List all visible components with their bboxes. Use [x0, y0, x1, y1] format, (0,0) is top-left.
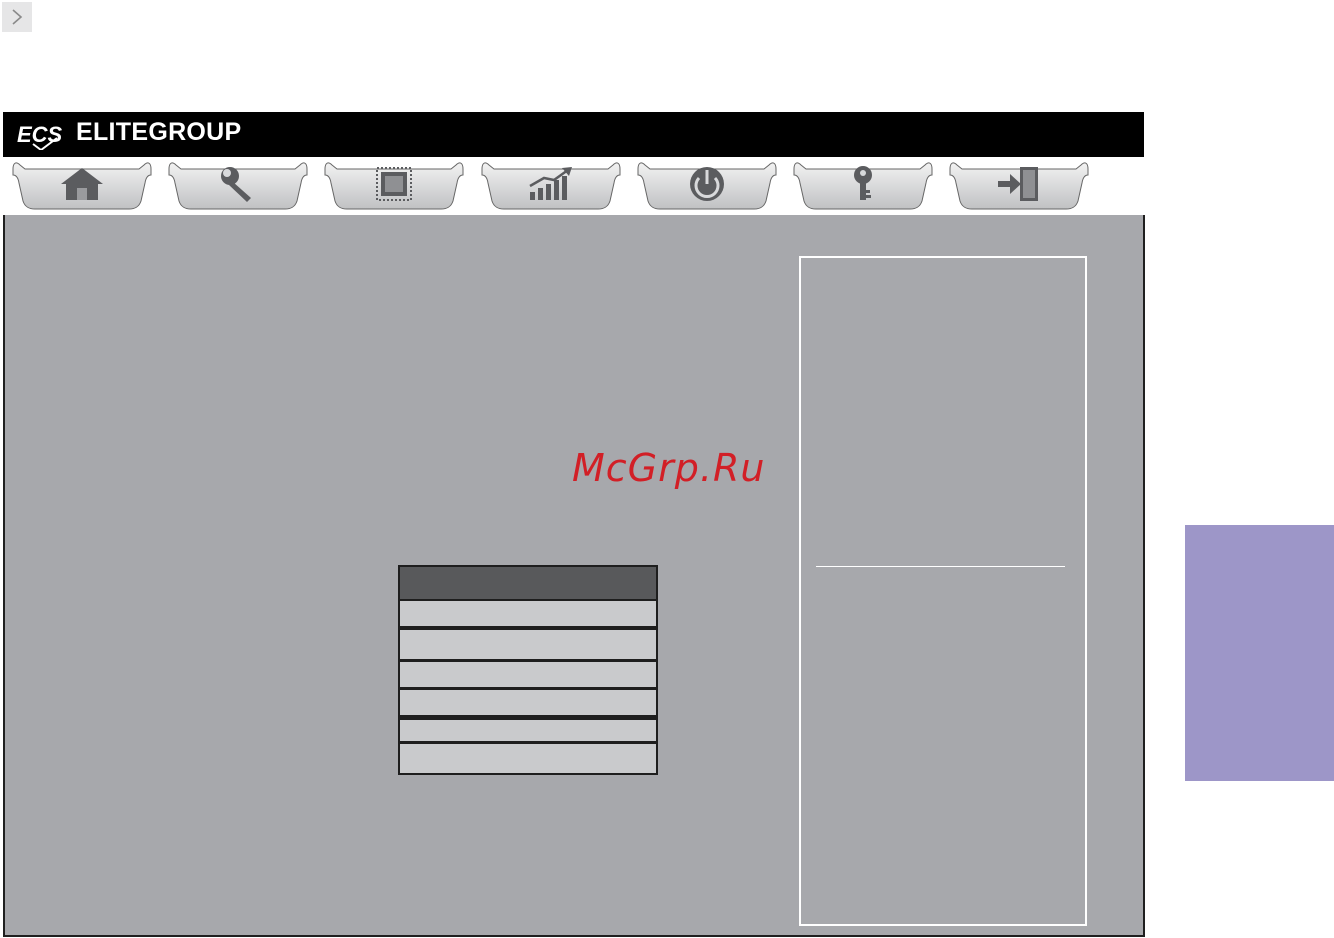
chevron-right-icon — [12, 9, 23, 25]
page-forward-arrow[interactable] — [2, 2, 32, 32]
popup-option-row[interactable] — [400, 601, 656, 626]
popup-option-row[interactable] — [400, 744, 656, 773]
brand-header: ECS ELITEGROUP — [3, 112, 1144, 157]
brand-name: ELITEGROUP — [76, 118, 242, 146]
bios-tab-bar — [3, 157, 1144, 215]
popup-option-row[interactable] — [400, 662, 656, 687]
help-divider — [816, 566, 1065, 567]
tab-exit[interactable] — [948, 157, 1090, 215]
popup-option-row[interactable] — [400, 690, 656, 715]
option-popup — [398, 565, 658, 775]
popup-option-row[interactable] — [400, 720, 656, 741]
tab-advanced[interactable] — [167, 157, 309, 215]
power-icon — [690, 167, 724, 201]
popup-option-row[interactable] — [400, 630, 656, 659]
tab-power[interactable] — [636, 157, 778, 215]
side-index-tab — [1185, 525, 1334, 781]
tab-security[interactable] — [792, 157, 934, 215]
tab-performance[interactable] — [480, 157, 622, 215]
ecs-logo: ECS — [17, 122, 63, 150]
help-panel — [799, 256, 1087, 926]
home-icon — [61, 168, 103, 200]
tab-chipset[interactable] — [323, 157, 465, 215]
popup-title-bar — [400, 567, 656, 599]
key-icon — [854, 166, 872, 200]
chip-icon — [376, 167, 412, 201]
wrench-icon — [221, 167, 251, 202]
svg-text:ECS: ECS — [17, 122, 63, 147]
watermark: McGrp.Ru — [572, 446, 766, 490]
tab-main[interactable] — [11, 157, 153, 215]
exit-icon — [998, 167, 1038, 201]
performance-chart-icon — [529, 167, 572, 200]
